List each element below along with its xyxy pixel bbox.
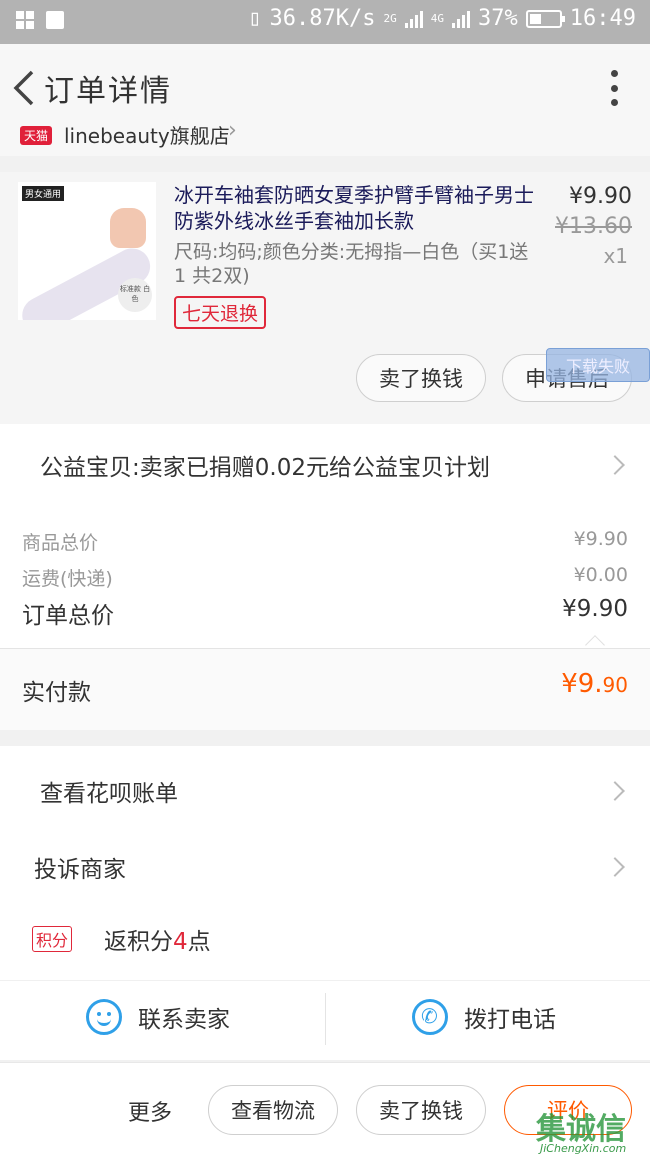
product-title[interactable]: 冰开车袖套防晒女夏季护臂手臂袖子男士防紫外线冰丝手套袖加长款 xyxy=(174,182,534,234)
chevron-right-icon xyxy=(605,781,625,801)
seven-day-return-badge: 七天退换 xyxy=(174,296,267,329)
chevron-right-icon xyxy=(605,455,625,475)
download-failed-toast: 下载失败 xyxy=(546,348,650,382)
product-price: ¥9.90 xyxy=(569,184,632,209)
battery-percent: 37% xyxy=(478,6,518,31)
store-row[interactable]: 天猫 linebeauty旗舰店 › xyxy=(0,118,650,156)
net-type-2: 4G xyxy=(430,12,445,25)
product-image-badge: 标准款 白色 xyxy=(118,278,152,312)
page-title: 订单详情 xyxy=(44,74,172,109)
complain-seller-link[interactable]: 投诉商家 xyxy=(34,850,126,884)
order-total-label: 订单总价 xyxy=(22,603,114,629)
huabei-bill-link[interactable]: 查看花呗账单 xyxy=(40,774,178,808)
chat-smile-icon xyxy=(86,999,122,1035)
call-button[interactable]: 拨打电话 xyxy=(412,999,556,1035)
more-button[interactable]: 更多 xyxy=(128,1095,172,1127)
battery-icon xyxy=(525,9,565,28)
paid-label: 实付款 xyxy=(22,680,91,706)
contact-bar: 联系卖家 拨打电话 xyxy=(0,980,650,1058)
product-image-tag: 男女通用 xyxy=(22,186,65,201)
points-badge: 积分 xyxy=(32,926,73,952)
paid-amount-row: 实付款 ¥9.90 xyxy=(0,648,650,730)
vibrate-icon: ▯ xyxy=(248,6,262,31)
net-speed: 36.87K/s xyxy=(269,6,376,31)
call-label: 拨打电话 xyxy=(464,1007,556,1033)
paid-value: ¥9.90 xyxy=(561,669,628,699)
shipping-value: ¥0.00 xyxy=(573,564,628,586)
order-total-value: ¥9.90 xyxy=(562,596,628,622)
net-type-1: 2G xyxy=(383,12,397,25)
sell-for-cash-button[interactable]: 卖了换钱 xyxy=(356,354,486,402)
back-arrow-icon[interactable] xyxy=(10,68,38,108)
points-reward: 返积分4点 xyxy=(104,929,211,955)
contact-seller-label: 联系卖家 xyxy=(138,1007,230,1033)
more-options-icon[interactable] xyxy=(608,70,620,106)
status-bar: ▯ 36.87K/s 2G 4G 37% 16:49 xyxy=(0,0,650,44)
goods-total-value: ¥9.90 xyxy=(573,528,628,550)
tmall-badge: 天猫 xyxy=(20,126,53,145)
product-quantity: x1 xyxy=(603,244,628,268)
product-original-price: ¥13.60 xyxy=(555,214,632,239)
view-logistics-button[interactable]: 查看物流 xyxy=(208,1085,338,1135)
shipping-label: 运费(快递) xyxy=(22,568,113,590)
phone-icon xyxy=(412,999,448,1035)
watermark-url: JiChengXin.com xyxy=(540,1142,627,1155)
store-name: linebeauty旗舰店 xyxy=(64,124,230,148)
product-image[interactable]: 男女通用 标准款 白色 xyxy=(18,182,156,320)
goods-total-label: 商品总价 xyxy=(22,532,99,554)
signal-icon xyxy=(404,10,423,28)
price-summary: 商品总价 ¥9.90 运费(快递) ¥0.00 订单总价 ¥9.90 xyxy=(0,506,650,655)
product-card[interactable]: 男女通用 标准款 白色 冰开车袖套防晒女夏季护臂手臂袖子男士防紫外线冰丝手套袖加… xyxy=(0,172,650,424)
apps-icon xyxy=(16,11,34,29)
image-icon xyxy=(46,11,64,29)
charity-row[interactable]: 公益宝贝:卖家已捐赠0.02元给公益宝贝计划 xyxy=(0,424,650,506)
watermark-logo: 集诚信 JiChengXin.com xyxy=(536,1104,648,1155)
clock: 16:49 xyxy=(569,6,636,31)
chevron-right-icon xyxy=(605,857,625,877)
signal-icon xyxy=(452,10,471,28)
sell-for-cash-button[interactable]: 卖了换钱 xyxy=(356,1085,486,1135)
contact-seller-button[interactable]: 联系卖家 xyxy=(86,999,230,1035)
chevron-right-icon: › xyxy=(228,118,237,143)
charity-text: 公益宝贝:卖家已捐赠0.02元给公益宝贝计划 xyxy=(40,455,490,481)
product-attributes: 尺码:均码;颜色分类:无拇指—白色（买1送1 共2双) xyxy=(174,241,529,287)
divider xyxy=(325,993,326,1045)
